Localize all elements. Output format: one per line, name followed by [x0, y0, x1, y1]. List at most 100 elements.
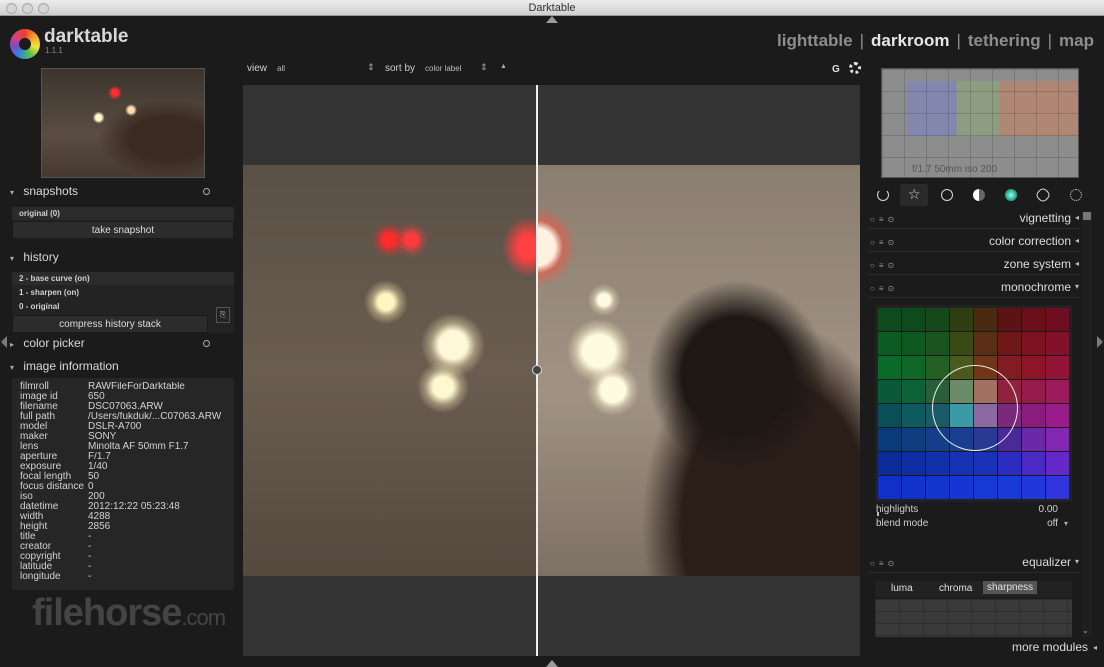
module-monochrome[interactable]: ○≡⊙ monochrome ▾ [868, 277, 1080, 298]
color-grid-cell [878, 428, 901, 451]
take-snapshot-button[interactable]: take snapshot [12, 221, 234, 239]
tab-sharpness[interactable]: sharpness [983, 581, 1038, 594]
history-item[interactable]: 0 - original [12, 300, 234, 313]
color-grid-cell [1022, 428, 1045, 451]
view-filter-select[interactable]: all [277, 64, 285, 73]
window-zoom-button[interactable] [38, 3, 49, 14]
top-panel-toggle-icon[interactable] [546, 16, 558, 23]
half-circle-icon[interactable] [973, 189, 985, 201]
color-grid-cell [1046, 476, 1069, 499]
filehorse-watermark: filehorse.com [32, 592, 226, 634]
color-grid-cell [974, 476, 997, 499]
history-header[interactable]: ▾ history [10, 250, 236, 268]
color-grid-cell [926, 476, 949, 499]
highlights-value[interactable]: 0.00 [1039, 504, 1058, 515]
collapse-icon: ▸ [10, 340, 15, 349]
scroll-down-icon[interactable]: ⌄ [1082, 626, 1089, 635]
window-title: Darktable [528, 2, 576, 14]
view-darkroom[interactable]: darkroom [871, 31, 949, 51]
snapshot-item[interactable]: original (0) [12, 207, 234, 220]
info-value: RAWFileForDarktable [88, 382, 185, 392]
module-controls-icon[interactable]: ○≡⊙ [870, 284, 898, 293]
window-close-button[interactable] [6, 3, 17, 14]
split-handle-icon[interactable] [532, 365, 542, 375]
histogram[interactable]: f/1.7 50mm iso 200 [881, 68, 1079, 178]
snapshots-box: original (0) take snapshot [12, 207, 234, 239]
snapshots-header[interactable]: ▾ snapshots [10, 184, 236, 202]
color-grid-cell [878, 476, 901, 499]
color-grid-cell [1046, 404, 1069, 427]
navigation-thumbnail[interactable] [41, 68, 205, 178]
module-color-correction[interactable]: ○≡⊙ color correction ◂ [868, 231, 1080, 252]
more-modules-button[interactable]: more modules [1012, 640, 1088, 654]
module-zone-system[interactable]: ○≡⊙ zone system ◂ [868, 254, 1080, 275]
histogram-exif-text: f/1.7 50mm iso 200 [912, 164, 998, 175]
grouping-button[interactable]: G [832, 64, 840, 75]
color-grid-cell [1022, 308, 1045, 331]
history-item[interactable]: 2 - base curve (on) [12, 272, 234, 285]
info-value: 2856 [88, 522, 111, 532]
tab-chroma[interactable]: chroma [939, 583, 972, 594]
color-grid-cell [902, 428, 925, 451]
info-value: 650 [88, 392, 105, 402]
color-grid-cell [998, 308, 1021, 331]
history-item[interactable]: 1 - sharpen (on) [12, 286, 234, 299]
reset-icon[interactable] [203, 340, 210, 347]
modules-scrollbar[interactable]: ⌄ [1082, 212, 1092, 637]
view-filter-spin-icon[interactable]: ⇕ [367, 62, 375, 73]
blend-mode-select[interactable]: off [1047, 518, 1058, 529]
bottom-panel-toggle-icon[interactable] [546, 660, 558, 667]
center-image-area[interactable] [243, 85, 860, 656]
color-icon[interactable] [1005, 189, 1017, 201]
window-minimize-button[interactable] [22, 3, 33, 14]
module-controls-icon[interactable]: ○≡⊙ [870, 215, 898, 224]
color-grid-cell [998, 332, 1021, 355]
monochrome-color-grid[interactable] [875, 305, 1072, 502]
module-equalizer[interactable]: ○≡⊙ equalizer ▾ [868, 552, 1080, 573]
correct-icon[interactable] [1034, 186, 1052, 204]
image-information-header[interactable]: ▾ image information [10, 359, 236, 377]
copy-history-icon[interactable]: ⎘ [216, 307, 230, 323]
module-controls-icon[interactable]: ○≡⊙ [870, 238, 898, 247]
sort-by-spin-icon[interactable]: ⇕ [480, 62, 488, 73]
color-grid-cell [878, 356, 901, 379]
highlights-label: highlights [876, 504, 919, 515]
circle-icon[interactable] [941, 189, 953, 201]
color-grid-cell [1046, 380, 1069, 403]
module-name: color correction [988, 234, 1071, 248]
compress-history-button[interactable]: compress history stack [12, 315, 208, 333]
right-panel-toggle-icon[interactable] [1097, 336, 1103, 348]
color-grid-cell [878, 452, 901, 475]
tab-luma[interactable]: luma [891, 583, 913, 594]
app-version: 1.1.1 [45, 46, 63, 55]
reset-icon[interactable] [203, 188, 210, 195]
view-lighttable[interactable]: lighttable [777, 31, 853, 51]
module-vignetting[interactable]: ○≡⊙ vignetting ◂ [868, 208, 1080, 229]
left-panel-toggle-icon[interactable] [1, 336, 7, 348]
color-picker-header[interactable]: ▸ color picker [10, 336, 236, 354]
info-value: 4288 [88, 512, 111, 522]
effect-icon[interactable] [1070, 189, 1082, 201]
sort-by-label: sort by [385, 63, 416, 74]
scroll-up-icon[interactable] [1083, 212, 1091, 220]
chevron-down-icon[interactable]: ▾ [1064, 519, 1068, 528]
module-name: zone system [1003, 257, 1071, 271]
view-tethering[interactable]: tethering [968, 31, 1041, 51]
color-grid-cell [974, 452, 997, 475]
highlights-slider-marker[interactable] [877, 512, 879, 516]
color-grid-cell [878, 404, 901, 427]
power-icon[interactable] [877, 189, 889, 201]
filter-circle[interactable] [932, 365, 1018, 451]
sort-by-select[interactable]: color label [425, 64, 461, 73]
gear-icon[interactable] [849, 62, 861, 74]
view-map[interactable]: map [1059, 31, 1094, 51]
color-grid-cell [974, 308, 997, 331]
equalizer-graph[interactable] [875, 599, 1072, 637]
sort-direction-icon[interactable]: ▲ [500, 63, 507, 70]
module-controls-icon[interactable]: ○≡⊙ [870, 559, 898, 568]
equalizer-tabs: luma chroma sharpness [875, 581, 1072, 597]
module-controls-icon[interactable]: ○≡⊙ [870, 261, 898, 270]
info-key: longitude [20, 571, 61, 582]
color-grid-cell [998, 452, 1021, 475]
star-icon[interactable]: ☆ [908, 186, 922, 202]
